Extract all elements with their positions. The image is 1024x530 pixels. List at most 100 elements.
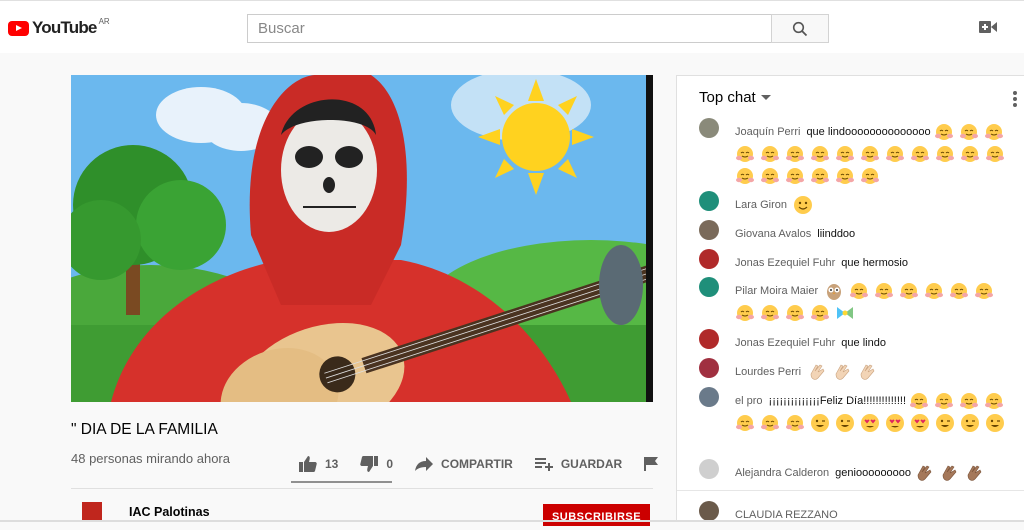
chevron-down-icon[interactable] bbox=[761, 95, 771, 100]
chat-author[interactable]: Giovana Avalos bbox=[735, 228, 811, 240]
hug-emoji-icon bbox=[860, 144, 880, 164]
avatar[interactable] bbox=[699, 118, 719, 138]
hug-emoji-icon bbox=[810, 166, 830, 186]
chat-message-body: Giovana Avalos liinddoo bbox=[735, 223, 1015, 245]
avatar[interactable] bbox=[699, 358, 719, 378]
hug-emoji-icon bbox=[760, 144, 780, 164]
video-frame bbox=[71, 75, 653, 402]
avatar[interactable] bbox=[699, 387, 719, 407]
like-dislike-bar bbox=[291, 481, 392, 483]
chat-divider bbox=[677, 490, 1024, 491]
hug-emoji-icon bbox=[910, 144, 930, 164]
subscribe-button[interactable]: SUBSCRIBIRSE bbox=[543, 504, 650, 526]
chat-mode-selector[interactable]: Top chat bbox=[699, 89, 756, 106]
chat-author[interactable]: Jonas Ezequiel Fuhr bbox=[735, 337, 835, 349]
hug-emoji-icon bbox=[835, 144, 855, 164]
chat-text: que lindo bbox=[841, 337, 886, 349]
live-chat: Top chat Joaquín Perri que lindoooooooooo… bbox=[676, 75, 1024, 522]
share-arrow-icon bbox=[415, 457, 434, 471]
create-video-icon[interactable] bbox=[979, 20, 997, 34]
avatar[interactable] bbox=[699, 220, 719, 240]
logo-region: AR bbox=[98, 16, 110, 26]
hug-emoji-icon bbox=[760, 166, 780, 186]
hug-emoji-icon bbox=[934, 122, 954, 142]
avatar[interactable] bbox=[699, 277, 719, 297]
chat-author[interactable]: Joaquín Perri bbox=[735, 126, 800, 138]
bow-emoji-icon bbox=[835, 303, 855, 323]
share-label: COMPARTIR bbox=[441, 457, 513, 471]
chat-message-body: Pilar Moira Maier bbox=[735, 280, 1015, 324]
clap-emoji-icon bbox=[807, 362, 827, 382]
thumbs-up-icon bbox=[299, 456, 317, 472]
masthead: YouTube AR bbox=[0, 0, 1024, 53]
avatar[interactable] bbox=[699, 459, 719, 479]
chat-author[interactable]: Jonas Ezequiel Fuhr bbox=[735, 257, 835, 269]
divider bbox=[71, 488, 653, 489]
chat-text: geniooooooooo bbox=[835, 467, 915, 479]
avatar[interactable] bbox=[699, 501, 719, 521]
search-input[interactable] bbox=[247, 14, 771, 43]
chat-message-body: Joaquín Perri que lindoooooooooooooo bbox=[735, 121, 1015, 187]
hug-emoji-icon bbox=[974, 281, 994, 301]
grin-emoji-icon bbox=[960, 413, 980, 433]
clap-emoji-icon bbox=[832, 362, 852, 382]
chat-author[interactable]: Alejandra Calderon bbox=[735, 467, 829, 479]
hug-emoji-icon bbox=[909, 391, 929, 411]
avatar[interactable] bbox=[699, 249, 719, 269]
hug-emoji-icon bbox=[849, 281, 869, 301]
like-button[interactable]: 13 bbox=[299, 456, 338, 472]
hug-emoji-icon bbox=[785, 144, 805, 164]
logo-text: YouTube bbox=[32, 18, 97, 37]
clap-dark-emoji-icon bbox=[939, 463, 959, 483]
hug-emoji-icon bbox=[810, 144, 830, 164]
hug-emoji-icon bbox=[935, 144, 955, 164]
search-button[interactable] bbox=[771, 14, 829, 43]
owl-emoji-icon bbox=[824, 281, 844, 301]
report-button[interactable] bbox=[644, 457, 666, 471]
avatar[interactable] bbox=[699, 191, 719, 211]
video-player[interactable] bbox=[71, 75, 653, 402]
hug-emoji-icon bbox=[785, 166, 805, 186]
chat-author[interactable]: Lara Giron bbox=[735, 199, 787, 211]
channel-name[interactable]: IAC Palotinas bbox=[129, 505, 210, 519]
hug-emoji-icon bbox=[735, 413, 755, 433]
share-button[interactable]: COMPARTIR bbox=[415, 457, 513, 471]
chat-author[interactable]: Pilar Moira Maier bbox=[735, 285, 818, 297]
hug-emoji-icon bbox=[760, 413, 780, 433]
hug-emoji-icon bbox=[924, 281, 944, 301]
save-button[interactable]: GUARDAR bbox=[534, 457, 623, 471]
save-label: GUARDAR bbox=[560, 457, 623, 471]
video-actions: 13 0 COMPARTIR GUARDAR bbox=[291, 446, 688, 482]
hug-emoji-icon bbox=[885, 144, 905, 164]
avatar[interactable] bbox=[699, 329, 719, 349]
chat-message-body: Jonas Ezequiel Fuhr que lindo bbox=[735, 332, 1015, 354]
grin-emoji-icon bbox=[985, 413, 1005, 433]
hug-emoji-icon bbox=[835, 166, 855, 186]
flag-icon bbox=[644, 457, 659, 471]
chat-author[interactable]: el pro bbox=[735, 395, 763, 407]
chat-header: Top chat bbox=[677, 76, 1024, 118]
hug-emoji-icon bbox=[860, 166, 880, 186]
chat-author[interactable]: Lourdes Perri bbox=[735, 366, 801, 378]
search-bar bbox=[247, 14, 829, 43]
chat-message-body: Alejandra Calderon geniooooooooo bbox=[735, 462, 1015, 484]
hug-emoji-icon bbox=[810, 303, 830, 323]
hug-emoji-icon bbox=[960, 144, 980, 164]
channel-avatar[interactable] bbox=[82, 502, 102, 522]
chat-message-body: Lourdes Perri bbox=[735, 361, 1015, 383]
more-vert-icon[interactable] bbox=[1012, 90, 1018, 108]
thumbs-down-icon bbox=[360, 456, 379, 472]
hug-emoji-icon bbox=[899, 281, 919, 301]
heart-eyes-emoji-icon bbox=[860, 413, 880, 433]
youtube-logo[interactable]: YouTube AR bbox=[8, 16, 110, 38]
chat-message-body: el pro ¡¡¡¡¡¡¡¡¡¡¡¡¡¡Feliz Día!!!!!!!!!!!… bbox=[735, 390, 1015, 434]
like-count: 13 bbox=[325, 457, 339, 471]
dislike-button[interactable]: 0 bbox=[360, 456, 393, 472]
hug-emoji-icon bbox=[785, 303, 805, 323]
hug-emoji-icon bbox=[959, 122, 979, 142]
clap-dark-emoji-icon bbox=[964, 463, 984, 483]
grin-emoji-icon bbox=[935, 413, 955, 433]
hug-emoji-icon bbox=[735, 166, 755, 186]
chat-text: ¡¡¡¡¡¡¡¡¡¡¡¡¡¡Feliz Día!!!!!!!!!!!!!! bbox=[768, 395, 910, 407]
youtube-play-icon bbox=[8, 20, 29, 36]
